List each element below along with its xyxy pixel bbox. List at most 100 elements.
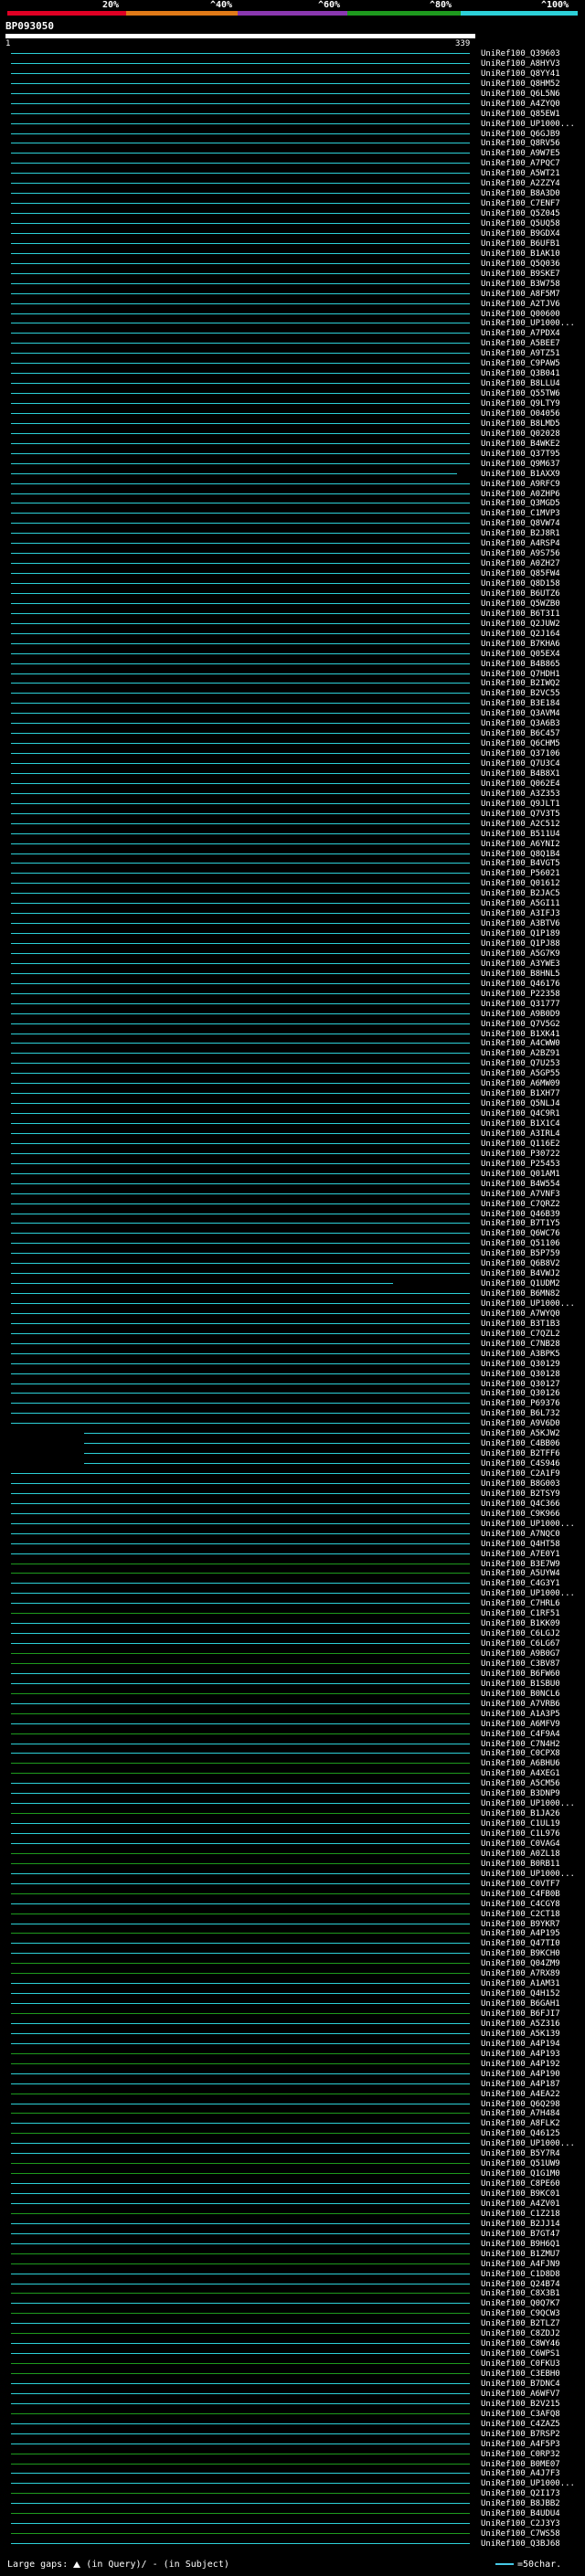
hit-label[interactable]: UniRef100_C8PE60 (481, 2179, 560, 2189)
hit-label[interactable]: UniRef100_B2J8R1 (481, 529, 560, 538)
hit-label[interactable]: UniRef100_B3T1B3 (481, 1320, 560, 1329)
hit-label[interactable]: UniRef100_A9B0G7 (481, 1649, 560, 1659)
hit-label[interactable]: UniRef100_A9S756 (481, 549, 560, 558)
hit-label[interactable]: UniRef100_C0RP32 (481, 2450, 560, 2459)
hit-label[interactable]: UniRef100_A5K139 (481, 2030, 560, 2039)
hit-label[interactable]: UniRef100_A5KJW2 (481, 1429, 560, 1438)
hit-label[interactable]: UniRef100_C1UL19 (481, 1819, 560, 1829)
hit-label[interactable]: UniRef100_B4WKE2 (481, 440, 560, 449)
hit-label[interactable]: UniRef100_B3E184 (481, 699, 560, 708)
hit-label[interactable]: UniRef100_B8LMD5 (481, 419, 560, 429)
hit-label[interactable]: UniRef100_Q0Q7K7 (481, 2299, 560, 2308)
hit-label[interactable]: UniRef100_C8X3B1 (481, 2289, 560, 2298)
hit-label[interactable]: UniRef100_Q1P189 (481, 929, 560, 938)
hit-label[interactable]: UniRef100_C1D8D8 (481, 2270, 560, 2279)
hit-label[interactable]: UniRef100_P56021 (481, 869, 560, 878)
hit-label[interactable]: UniRef100_B1XH77 (481, 1089, 560, 1098)
hit-label[interactable]: UniRef100_A7PDX4 (481, 329, 560, 338)
hit-label[interactable]: UniRef100_B4B865 (481, 660, 560, 669)
hit-label[interactable]: UniRef100_A4ZYQ0 (481, 100, 560, 109)
hit-label[interactable]: UniRef100_Q116E2 (481, 1140, 560, 1149)
hit-label[interactable]: UniRef100_B2JAC5 (481, 889, 560, 898)
hit-label[interactable]: UniRef100_Q8YY41 (481, 69, 560, 79)
hit-label[interactable]: UniRef100_B1SBU0 (481, 1680, 560, 1689)
hit-label[interactable]: UniRef100_B6C457 (481, 729, 560, 738)
hit-label[interactable]: UniRef100_C4S946 (481, 1459, 560, 1468)
hit-label[interactable]: UniRef100_Q30126 (481, 1389, 560, 1398)
hit-label[interactable]: UniRef100_A3IRL4 (481, 1129, 560, 1139)
hit-label[interactable]: UniRef100_Q02028 (481, 429, 560, 439)
hit-label[interactable]: UniRef100_B3E7W9 (481, 1560, 560, 1569)
hit-label[interactable]: UniRef100_A7VRB6 (481, 1700, 560, 1709)
hit-label[interactable]: UniRef100_B9SKE7 (481, 270, 560, 279)
hit-label[interactable]: UniRef100_B2TSY9 (481, 1489, 560, 1499)
hit-label[interactable]: UniRef100_B6T3I1 (481, 610, 560, 619)
hit-label[interactable]: UniRef100_O04056 (481, 409, 560, 419)
hit-label[interactable]: UniRef100_Q4C366 (481, 1500, 560, 1509)
hit-label[interactable]: UniRef100_B7KHA6 (481, 640, 560, 649)
hit-label[interactable]: UniRef100_C7ENF7 (481, 199, 560, 208)
hit-label[interactable]: UniRef100_B511U4 (481, 830, 560, 839)
hit-label[interactable]: UniRef100_B9H6Q1 (481, 2240, 560, 2249)
hit-label[interactable]: UniRef100_Q7HDH1 (481, 670, 560, 679)
hit-label[interactable]: UniRef100_B4UDU4 (481, 2509, 560, 2518)
hit-label[interactable]: UniRef100_B2JJ14 (481, 2220, 560, 2229)
hit-label[interactable]: UniRef100_Q30127 (481, 1380, 560, 1389)
hit-label[interactable]: UniRef100_C2J3Y3 (481, 2519, 560, 2528)
hit-label[interactable]: UniRef100_P25453 (481, 1160, 560, 1169)
hit-label[interactable]: UniRef100_Q4H152 (481, 1989, 560, 1998)
hit-label[interactable]: UniRef100_B0RB11 (481, 1860, 560, 1869)
hit-label[interactable]: UniRef100_C1L976 (481, 1829, 560, 1839)
hit-label[interactable]: UniRef100_C4F9A4 (481, 1730, 560, 1739)
hit-label[interactable]: UniRef100_C7QRZ2 (481, 1200, 560, 1209)
hit-label[interactable]: UniRef100_Q5Z045 (481, 209, 560, 218)
hit-label[interactable]: UniRef100_Q6CHM5 (481, 739, 560, 748)
hit-label[interactable]: UniRef100_A5Z316 (481, 2019, 560, 2029)
hit-label[interactable]: UniRef100_A2TJV6 (481, 300, 560, 309)
hit-label[interactable]: UniRef100_Q30128 (481, 1370, 560, 1379)
hit-label[interactable]: UniRef100_B5Y7R4 (481, 2149, 560, 2158)
hit-label[interactable]: UniRef100_A4P190 (481, 2070, 560, 2079)
hit-label[interactable]: UniRef100_B7DNC4 (481, 2380, 560, 2389)
hit-label[interactable]: UniRef100_A9B0D9 (481, 1010, 560, 1019)
hit-label[interactable]: UniRef100_Q9JLT1 (481, 800, 560, 809)
hit-label[interactable]: UniRef100_Q6GJB9 (481, 130, 560, 139)
hit-label[interactable]: UniRef100_C2CT18 (481, 1910, 560, 1919)
hit-label[interactable]: UniRef100_A6MFV9 (481, 1720, 560, 1729)
hit-label[interactable]: UniRef100_A2ZZY4 (481, 179, 560, 188)
hit-label[interactable]: UniRef100_Q3A6B3 (481, 719, 560, 728)
hit-label[interactable]: UniRef100_Q00600 (481, 310, 560, 319)
hit-label[interactable]: UniRef100_Q37106 (481, 749, 560, 758)
hit-label[interactable]: UniRef100_A3Z353 (481, 790, 560, 799)
hit-label[interactable]: UniRef100_A4P195 (481, 1929, 560, 1938)
hit-label[interactable]: UniRef100_UP1000... (481, 1520, 575, 1529)
hit-label[interactable]: UniRef100_A8HYV3 (481, 59, 560, 69)
hit-label[interactable]: UniRef100_B2V215 (481, 2400, 560, 2409)
hit-label[interactable]: UniRef100_A2BZ91 (481, 1049, 560, 1058)
hit-label[interactable]: UniRef100_A4J7F3 (481, 2469, 560, 2478)
hit-label[interactable]: UniRef100_P69376 (481, 1399, 560, 1408)
hit-label[interactable]: UniRef100_Q062E4 (481, 779, 560, 789)
hit-label[interactable]: UniRef100_P30722 (481, 1150, 560, 1159)
hit-label[interactable]: UniRef100_Q31777 (481, 1000, 560, 1009)
hit-label[interactable]: UniRef100_C4ZAZ5 (481, 2420, 560, 2429)
hit-label[interactable]: UniRef100_C4BB06 (481, 1439, 560, 1448)
hit-label[interactable]: UniRef100_Q6B8V2 (481, 1259, 560, 1268)
hit-label[interactable]: UniRef100_A4P194 (481, 2040, 560, 2049)
hit-label[interactable]: UniRef100_Q85EW1 (481, 110, 560, 119)
hit-label[interactable]: UniRef100_C1MVP3 (481, 509, 560, 518)
hit-label[interactable]: UniRef100_B2TFF6 (481, 1449, 560, 1458)
hit-label[interactable]: UniRef100_Q3MGD5 (481, 499, 560, 508)
hit-label[interactable]: UniRef100_Q46125 (481, 2129, 560, 2138)
hit-label[interactable]: UniRef100_A5GP55 (481, 1069, 560, 1078)
hit-label[interactable]: UniRef100_Q2J164 (481, 630, 560, 639)
hit-label[interactable]: UniRef100_Q3B041 (481, 369, 560, 378)
hit-label[interactable]: UniRef100_B1XK41 (481, 1030, 560, 1039)
hit-label[interactable]: UniRef100_B1X1C4 (481, 1119, 560, 1129)
hit-label[interactable]: UniRef100_C7WS58 (481, 2529, 560, 2539)
hit-label[interactable]: UniRef100_P22358 (481, 990, 560, 999)
hit-label[interactable]: UniRef100_B8HNL5 (481, 970, 560, 979)
hit-label[interactable]: UniRef100_A7NQC0 (481, 1530, 560, 1539)
hit-label[interactable]: UniRef100_Q6L5N6 (481, 90, 560, 99)
hit-label[interactable]: UniRef100_A7RX89 (481, 1969, 560, 1978)
